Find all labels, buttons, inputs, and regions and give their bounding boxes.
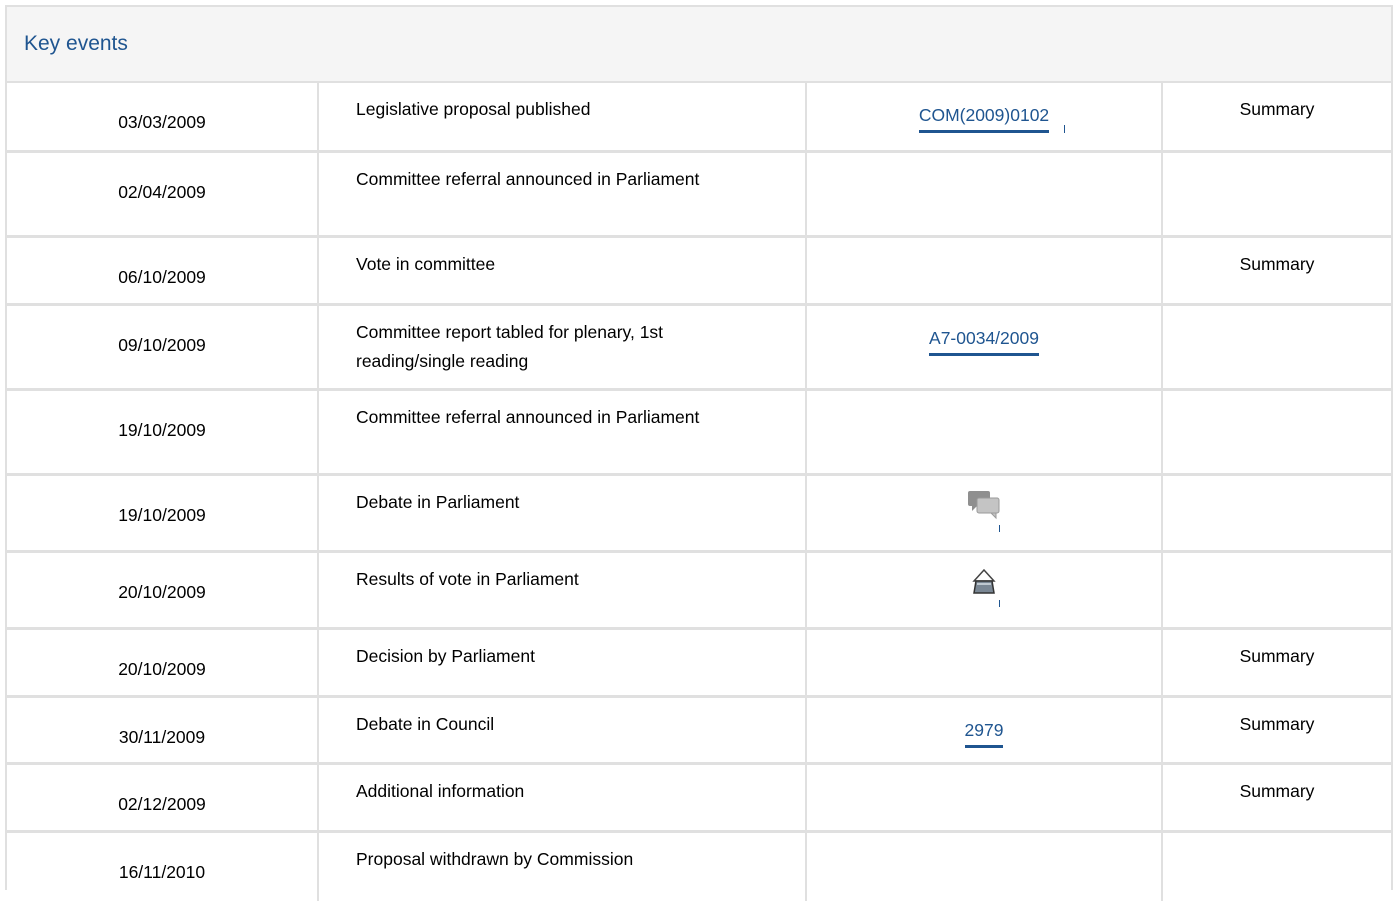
event-reference: [806, 387, 1163, 474]
summary-cell: [1162, 149, 1391, 236]
event-date: 02/04/2009: [7, 149, 319, 236]
reference-link-a7-0034-2009[interactable]: A7-0034/2009: [929, 325, 1039, 356]
summary-cell: [1162, 549, 1391, 628]
event-reference: [806, 761, 1163, 831]
summary-link[interactable]: Summary: [1162, 626, 1391, 696]
event-date: 20/10/2009: [7, 626, 319, 696]
key-events-table: 03/03/2009 Legislative proposal publishe…: [7, 83, 1391, 901]
event-description: Committee report tabled for plenary, 1st…: [318, 302, 807, 389]
table-row: 19/10/2009 Debate in Parliament: [7, 472, 1391, 551]
event-description: Additional information: [318, 761, 807, 831]
event-date: 09/10/2009: [7, 302, 319, 389]
summary-link[interactable]: Summary: [1162, 234, 1391, 304]
event-description: Proposal withdrawn by Commission: [318, 829, 807, 901]
table-row: 02/04/2009 Committee referral announced …: [7, 149, 1391, 236]
summary-cell: [1162, 829, 1391, 901]
summary-cell: [1162, 387, 1391, 474]
event-date: 06/10/2009: [7, 234, 319, 304]
event-date: 30/11/2009: [7, 694, 319, 763]
summary-link[interactable]: Summary: [1162, 761, 1391, 831]
event-reference: [806, 234, 1163, 304]
event-reference: [806, 626, 1163, 696]
event-date: 16/11/2010: [7, 829, 319, 901]
panel-title: Key events: [24, 32, 128, 55]
table-row: 20/10/2009 Decision by Parliament Summar…: [7, 626, 1391, 696]
event-date: 03/03/2009: [7, 83, 319, 151]
reference-link-2979[interactable]: 2979: [964, 717, 1004, 748]
event-description: Debate in Parliament: [318, 472, 807, 551]
event-reference: [806, 149, 1163, 236]
table-row: 09/10/2009 Committee report tabled for p…: [7, 302, 1391, 389]
event-reference: [806, 472, 1163, 551]
event-date: 02/12/2009: [7, 761, 319, 831]
event-reference: COM(2009)0102: [806, 83, 1163, 151]
event-date: 19/10/2009: [7, 387, 319, 474]
table-row: 19/10/2009 Committee referral announced …: [7, 387, 1391, 474]
reference-link-com-2009-0102[interactable]: COM(2009)0102: [918, 102, 1066, 133]
event-description: Vote in committee: [318, 234, 807, 304]
event-date: 20/10/2009: [7, 549, 319, 628]
key-events-panel: Key events 03/03/2009 Legislative propos…: [5, 5, 1393, 901]
event-description: Results of vote in Parliament: [318, 549, 807, 628]
summary-cell: [1162, 472, 1391, 551]
event-description: Decision by Parliament: [318, 626, 807, 696]
event-reference: [806, 549, 1163, 628]
summary-cell: [1162, 302, 1391, 389]
table-row: 16/11/2010 Proposal withdrawn by Commiss…: [7, 829, 1391, 901]
summary-link[interactable]: Summary: [1162, 83, 1391, 151]
table-row: 20/10/2009 Results of vote in Parliament: [7, 549, 1391, 628]
event-reference: [806, 829, 1163, 901]
debate-icon[interactable]: [964, 488, 1004, 532]
table-row: 03/03/2009 Legislative proposal publishe…: [7, 83, 1391, 151]
table-row: 30/11/2009 Debate in Council 2979 Summar…: [7, 694, 1391, 763]
ballot-box-icon[interactable]: [964, 563, 1004, 607]
event-reference: A7-0034/2009: [806, 302, 1163, 389]
table-row: 02/12/2009 Additional information Summar…: [7, 761, 1391, 831]
event-date: 19/10/2009: [7, 472, 319, 551]
summary-link[interactable]: Summary: [1162, 694, 1391, 763]
event-description: Committee referral announced in Parliame…: [318, 149, 807, 236]
event-description: Legislative proposal published: [318, 83, 807, 151]
panel-header: Key events: [7, 7, 1391, 83]
event-reference: 2979: [806, 694, 1163, 763]
event-description: Committee referral announced in Parliame…: [318, 387, 807, 474]
table-row: 06/10/2009 Vote in committee Summary: [7, 234, 1391, 304]
event-description: Debate in Council: [318, 694, 807, 763]
